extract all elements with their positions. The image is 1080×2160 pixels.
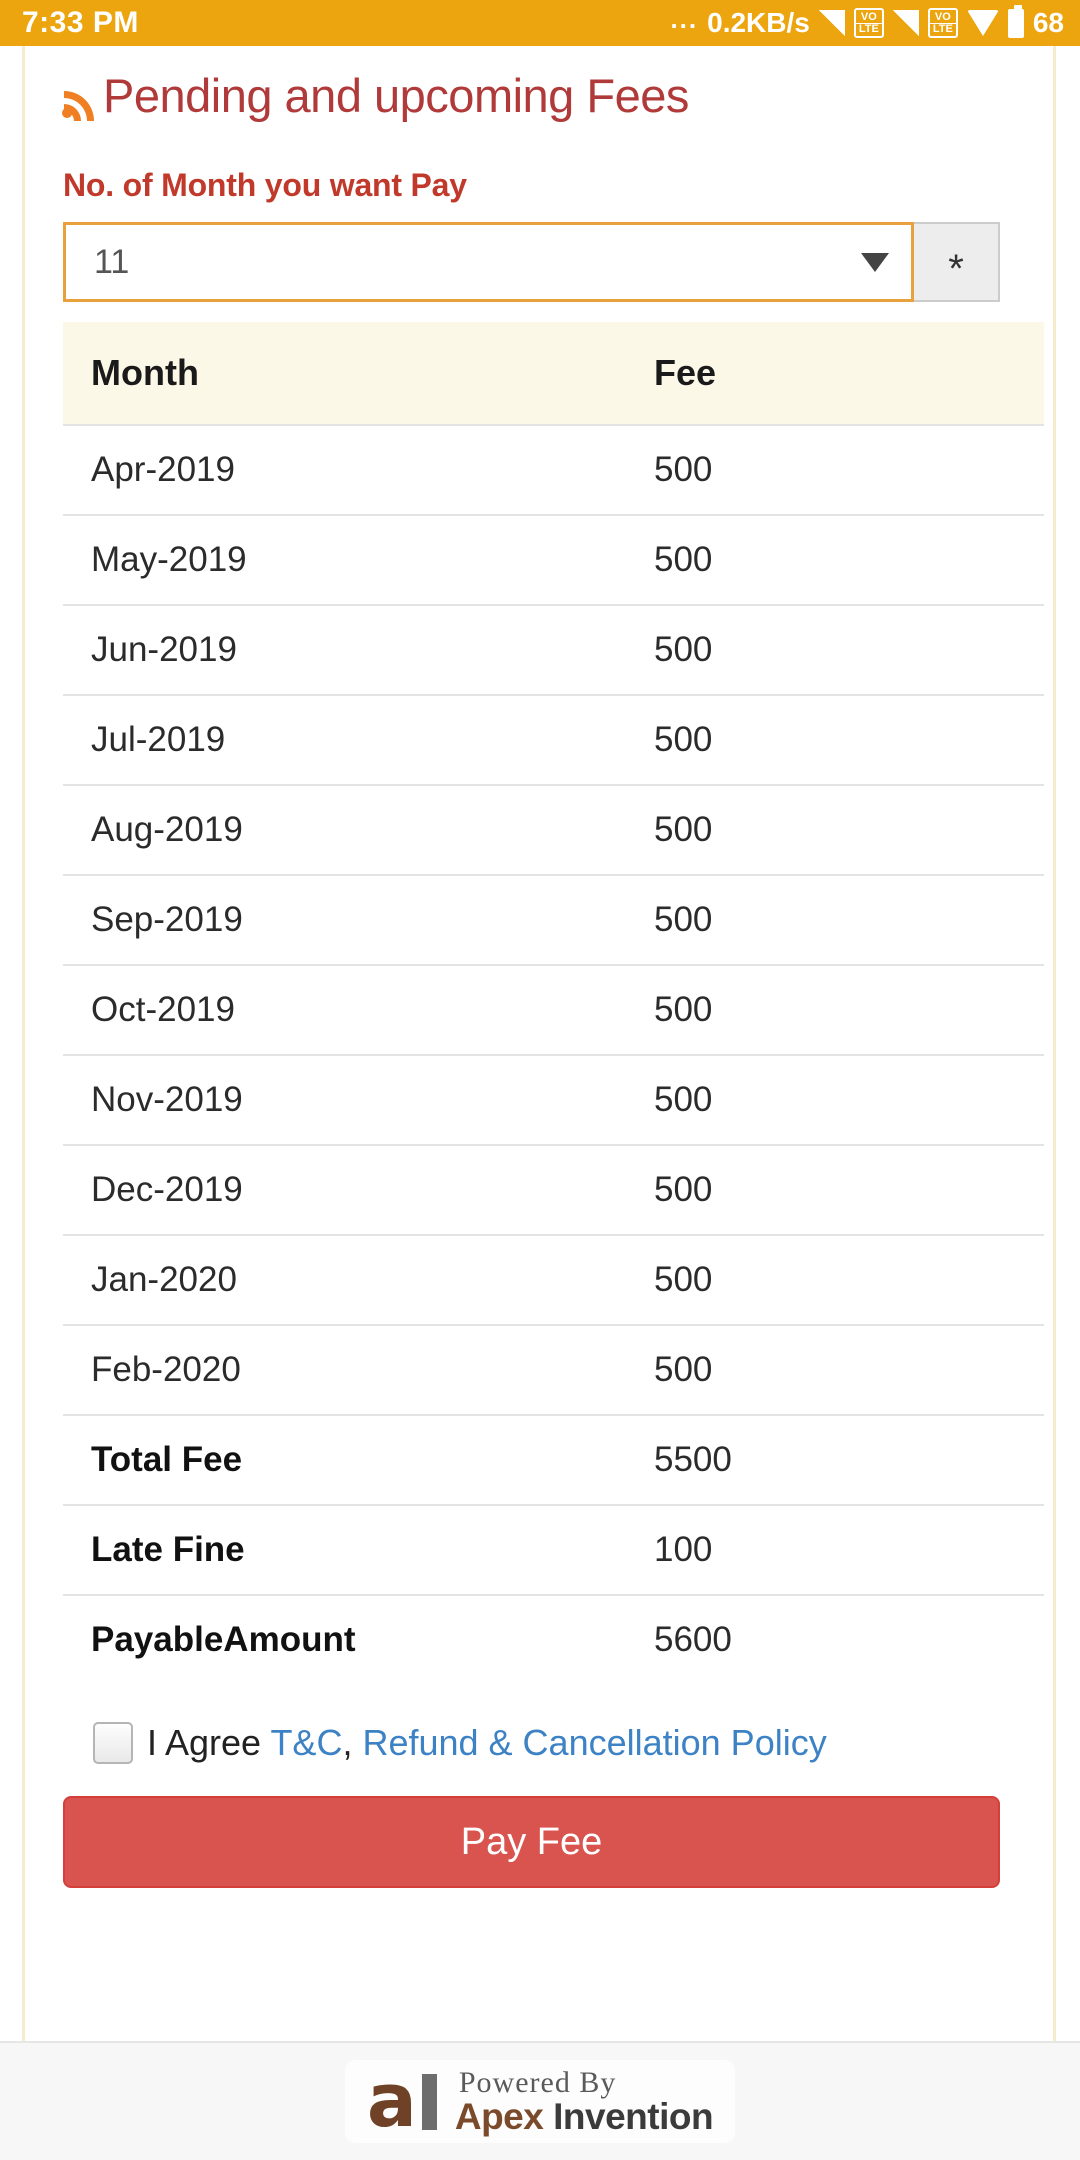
- cell-fee: 500: [654, 874, 1044, 965]
- battery-icon: [1007, 4, 1024, 38]
- wifi-icon: [966, 10, 999, 36]
- cell-fee: 500: [654, 1324, 1044, 1415]
- table-row: PayableAmount 5600: [63, 1594, 1044, 1684]
- battery-percent-label: 68: [1032, 7, 1064, 38]
- cell-month: PayableAmount: [63, 1594, 654, 1684]
- cell-month: Dec-2019: [63, 1144, 654, 1235]
- data-rate-label: 0.2KB/s: [707, 7, 810, 38]
- apex-invention-logo: a Powered By Apex Invention: [344, 2057, 736, 2144]
- brand-name: Apex Invention: [454, 2096, 714, 2137]
- fees-table: Month Fee Apr-2019 500 May-2019 500 Jun-2019…: [63, 322, 1044, 1684]
- agreement-separator: ,: [342, 1722, 363, 1763]
- months-select-value: 11: [94, 242, 130, 281]
- brand-name-invention: Invention: [543, 2096, 714, 2137]
- cell-fee: 500: [654, 1144, 1044, 1235]
- cell-fee: 500: [654, 514, 1044, 605]
- table-row: Nov-2019 500: [63, 1054, 1044, 1145]
- cell-fee: 500: [654, 694, 1044, 785]
- cell-fee: 500: [654, 604, 1044, 695]
- fees-table-header-row: Month Fee: [63, 322, 1044, 425]
- volte-icon-1-bottom: LTE: [855, 22, 882, 35]
- pay-fee-button[interactable]: Pay Fee: [63, 1796, 1000, 1888]
- powered-by-label: Powered By: [458, 2066, 617, 2099]
- fees-table-head: Month Fee: [63, 322, 1044, 425]
- footer: a Powered By Apex Invention: [0, 2041, 1080, 2160]
- cell-month: Nov-2019: [63, 1054, 654, 1145]
- cell-month: Feb-2020: [63, 1324, 654, 1415]
- months-select[interactable]: 11: [63, 222, 914, 302]
- page-container: Pending and upcoming Fees No. of Month y…: [0, 46, 1080, 2160]
- refund-cancellation-policy-link[interactable]: Refund & Cancellation Policy: [362, 1722, 826, 1763]
- cell-month: Jan-2020: [63, 1234, 654, 1325]
- column-header-month: Month: [63, 322, 654, 425]
- table-row: Oct-2019 500: [63, 964, 1044, 1055]
- cell-month: Total Fee: [63, 1414, 654, 1505]
- months-select-row: 11 *: [63, 222, 1000, 302]
- table-row: Late Fine 100: [63, 1504, 1044, 1595]
- signal-bars-icon-2: [892, 10, 919, 36]
- cell-fee: 500: [654, 1054, 1044, 1145]
- rss-icon: [61, 78, 101, 122]
- fees-card: Pending and upcoming Fees No. of Month y…: [22, 46, 1056, 2041]
- volte-icon-2-top: VO: [934, 10, 951, 23]
- cell-month: Late Fine: [63, 1504, 654, 1595]
- cell-month: May-2019: [63, 514, 654, 605]
- table-row: Jun-2019 500: [63, 604, 1044, 695]
- cell-month: Oct-2019: [63, 964, 654, 1055]
- cell-month: Aug-2019: [63, 784, 654, 875]
- table-row: Jan-2020 500: [63, 1234, 1044, 1325]
- status-bar-clock: 7:33 PM: [22, 6, 139, 39]
- cell-month: Sep-2019: [63, 874, 654, 965]
- cell-fee: 500: [654, 424, 1044, 515]
- agreement-prefix: I Agree: [147, 1722, 271, 1763]
- table-row: Aug-2019 500: [63, 784, 1044, 875]
- brand-name-apex: Apex: [454, 2096, 544, 2137]
- logo-mark-icon: a: [366, 2057, 437, 2144]
- cell-fee: 500: [654, 784, 1044, 875]
- cell-fee: 5500: [654, 1414, 1044, 1505]
- status-bar: 7:33 PM ... 0.2KB/s VO LTE VO LTE 68: [0, 0, 1080, 46]
- agree-checkbox[interactable]: [93, 1722, 133, 1764]
- volte-icon-1: VO LTE: [853, 8, 884, 38]
- logo-letter-a: a: [366, 2057, 417, 2144]
- notification-overflow-icon: ...: [670, 4, 699, 34]
- volte-icon-2: VO LTE: [927, 8, 958, 38]
- cell-fee: 500: [654, 964, 1044, 1055]
- table-row: May-2019 500: [63, 514, 1044, 605]
- cell-month: Apr-2019: [63, 424, 654, 515]
- page-title: Pending and upcoming Fees: [41, 46, 1037, 127]
- cell-fee: 100: [654, 1504, 1044, 1595]
- chevron-down-icon: [861, 252, 889, 272]
- cell-fee: 500: [654, 1234, 1044, 1325]
- terms-and-conditions-link[interactable]: T&C: [270, 1722, 342, 1763]
- table-row: Sep-2019 500: [63, 874, 1044, 965]
- table-row: Dec-2019 500: [63, 1144, 1044, 1235]
- page-title-text: Pending and upcoming Fees: [103, 69, 689, 122]
- cell-month: Jun-2019: [63, 604, 654, 695]
- logo-bar-i: [421, 2074, 437, 2131]
- volte-icon-2-bottom: LTE: [929, 22, 956, 35]
- fees-table-body: Apr-2019 500 May-2019 500 Jun-2019 500 Jul-201…: [63, 424, 1044, 1684]
- volte-icon-1-top: VO: [860, 10, 877, 23]
- signal-bars-icon-1: [818, 10, 845, 36]
- agreement-text: I Agree T&C, Refund & Cancellation Polic…: [147, 1722, 827, 1764]
- logo-text: Powered By Apex Invention: [454, 2066, 714, 2137]
- cell-fee: 5600: [654, 1594, 1044, 1684]
- agreement-row: I Agree T&C, Refund & Cancellation Polic…: [93, 1722, 1037, 1764]
- table-row: Jul-2019 500: [63, 694, 1044, 785]
- table-row: Total Fee 5500: [63, 1414, 1044, 1505]
- required-marker-button[interactable]: *: [914, 222, 1000, 302]
- cell-month: Jul-2019: [63, 694, 654, 785]
- table-row: Feb-2020 500: [63, 1324, 1044, 1415]
- column-header-fee: Fee: [654, 322, 1044, 425]
- status-bar-icons: ... 0.2KB/s VO LTE VO LTE 68: [670, 4, 1064, 38]
- months-field-label: No. of Month you want Pay: [63, 167, 467, 203]
- table-row: Apr-2019 500: [63, 424, 1044, 515]
